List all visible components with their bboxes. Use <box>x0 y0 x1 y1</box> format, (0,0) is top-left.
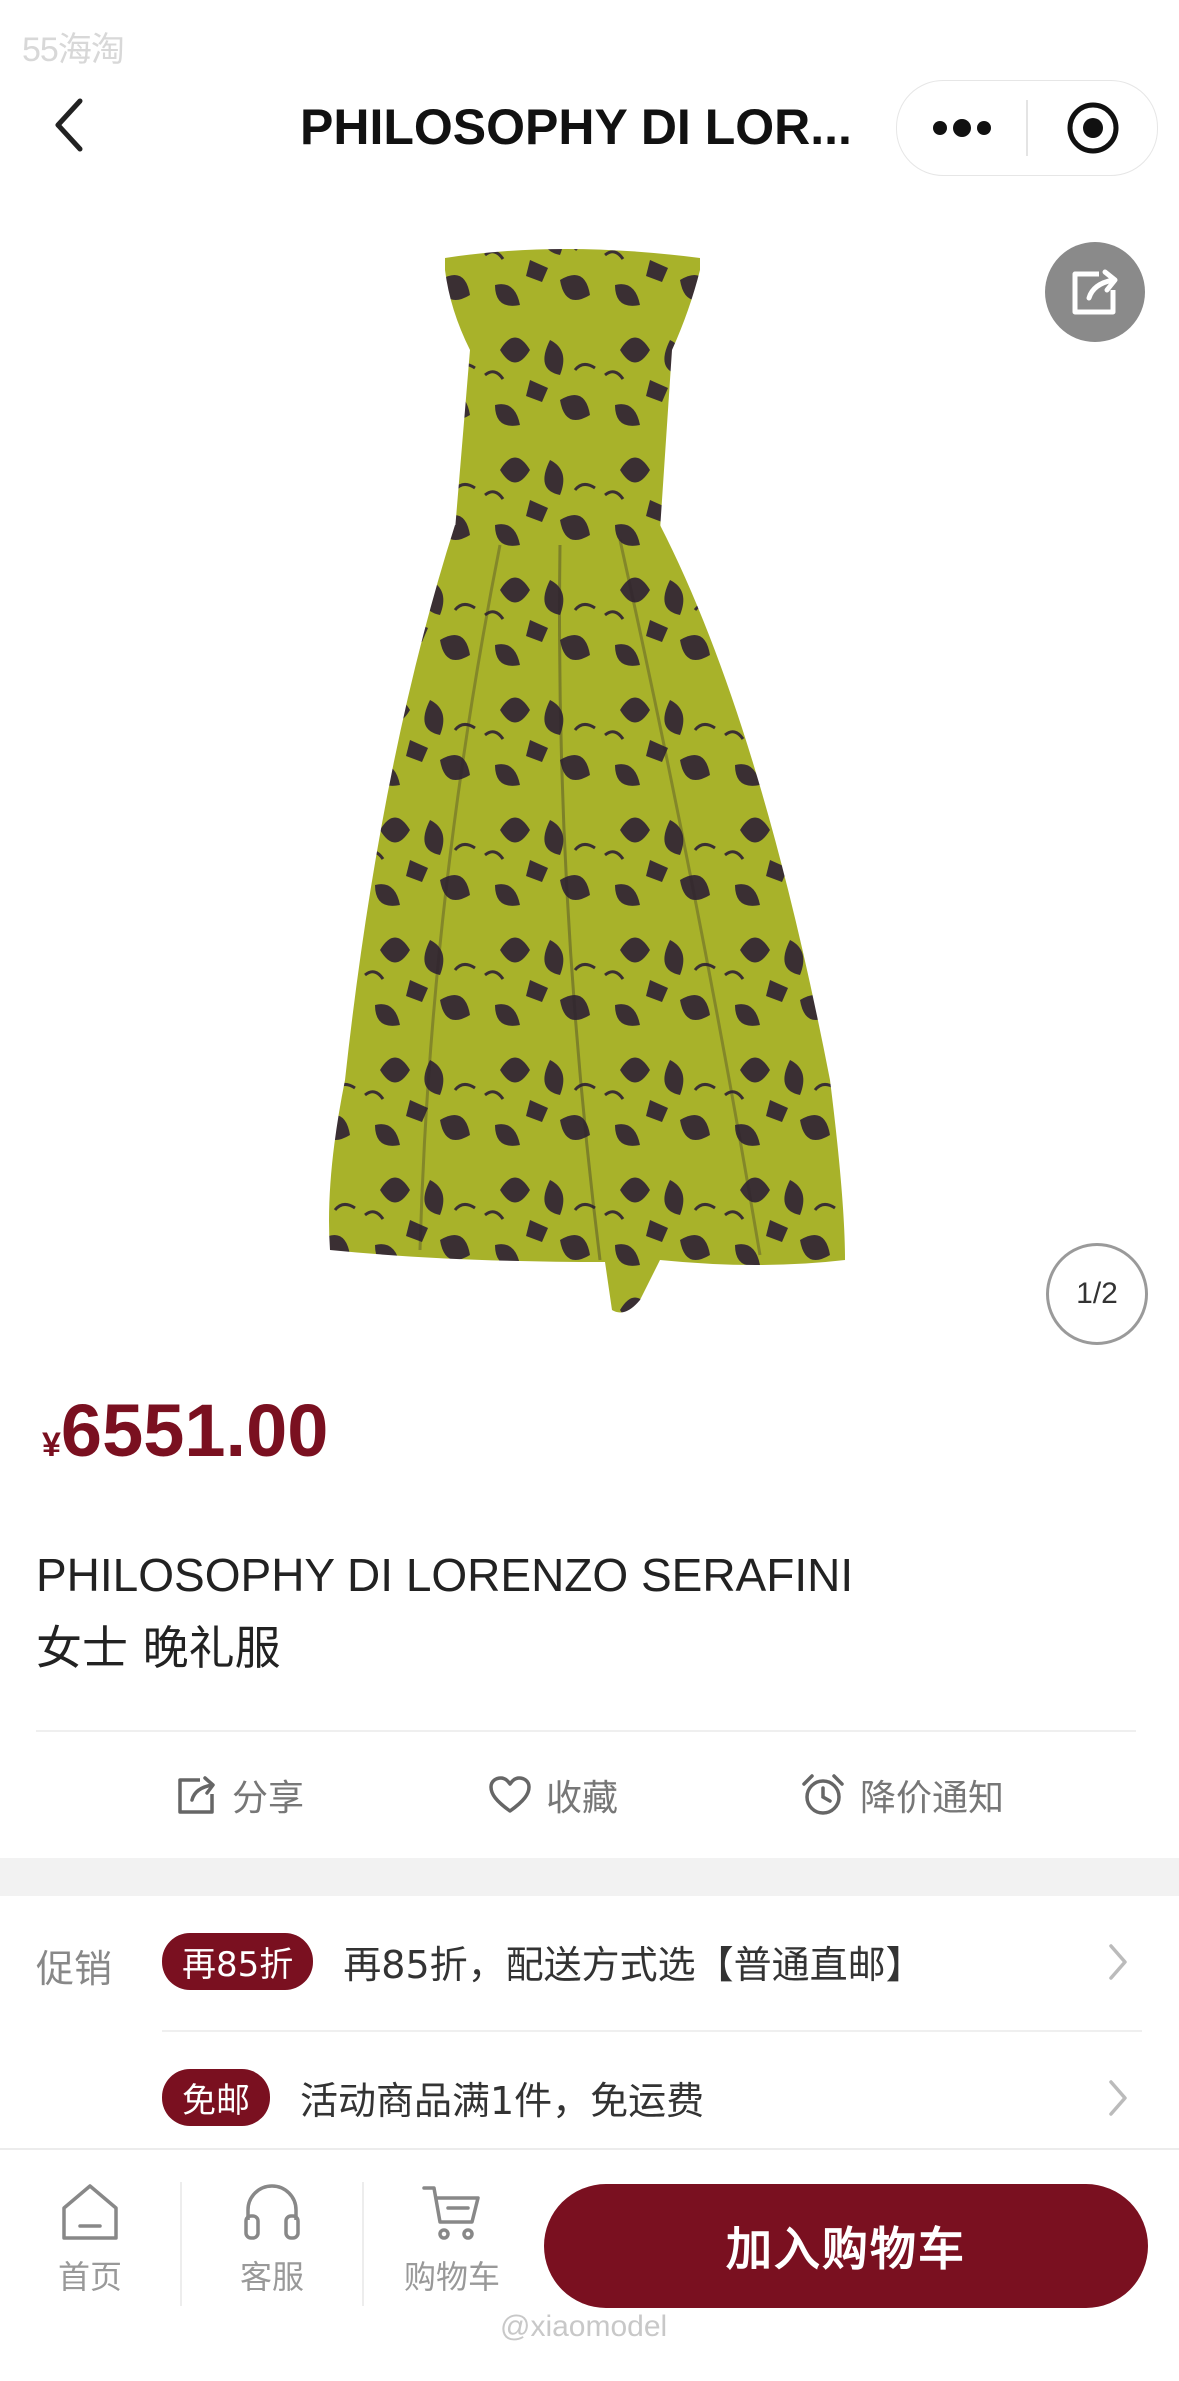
tab-label: 购物车 <box>403 2258 500 2296</box>
more-button[interactable] <box>897 81 1026 175</box>
mini-program-capsule <box>896 80 1158 176</box>
chevron-right-icon <box>1109 2080 1127 2116</box>
product-gallery[interactable] <box>0 200 1179 1350</box>
more-dots-icon <box>932 119 991 137</box>
share-icon <box>1072 269 1118 315</box>
back-button[interactable] <box>40 90 96 160</box>
price-alert-label: 降价通知 <box>860 1778 1005 1819</box>
promotion-label: 促销 <box>36 1947 113 1991</box>
chevron-right-icon <box>1109 1944 1127 1980</box>
home-icon <box>62 2184 118 2240</box>
promotion-chevron[interactable] <box>1108 1937 1138 1987</box>
product-name: 女士 晚礼服 <box>36 1621 281 1675</box>
product-brand: PHILOSOPHY DI LORENZO SERAFINI <box>36 1549 854 1601</box>
favorite-action[interactable]: 收藏 <box>488 1760 618 1830</box>
favorite-label: 收藏 <box>546 1778 619 1819</box>
dress-image <box>329 249 845 1313</box>
currency-symbol: ¥ <box>42 1426 61 1464</box>
headset-icon <box>244 2184 300 2240</box>
price: ¥6551.00 <box>42 1388 328 1473</box>
page-title: PHILOSOPHY DI LOR... <box>300 99 852 155</box>
tab-divider <box>362 2182 364 2306</box>
bottom-watermark: @xiaomodel <box>500 2310 668 2343</box>
promotion-tag: 免邮 <box>162 2068 270 2126</box>
promotion-item[interactable]: 再85折 再85折，配送方式选【普通直邮】 <box>162 1926 924 1996</box>
share-button[interactable] <box>1045 242 1145 342</box>
promotion-text: 活动商品满1件，免运费 <box>300 2078 705 2123</box>
share-action[interactable]: 分享 <box>176 1760 304 1830</box>
tab-label: 客服 <box>239 2258 304 2296</box>
close-button[interactable] <box>1028 81 1157 175</box>
price-alert-action[interactable]: 降价通知 <box>800 1760 1004 1830</box>
alarm-clock-icon <box>802 1774 844 1815</box>
image-pager: 1/2 <box>1046 1243 1148 1345</box>
promotion-item[interactable]: 免邮 活动商品满1件，免运费 <box>162 2062 704 2132</box>
target-close-icon <box>1067 102 1118 154</box>
promotion-chevron[interactable] <box>1108 2073 1138 2123</box>
divider <box>36 1730 1136 1732</box>
chevron-left-icon <box>55 98 83 152</box>
tab-label: 首页 <box>57 2258 122 2296</box>
share-label: 分享 <box>232 1778 305 1819</box>
share-icon <box>178 1776 215 1814</box>
tab-home[interactable]: 首页 <box>30 2180 150 2330</box>
promotion-text: 再85折，配送方式选【普通直邮】 <box>343 1942 924 1987</box>
divider <box>162 2030 1142 2032</box>
action-row: 分享 收藏 降价通知 <box>0 1760 1179 1830</box>
app-watermark: 55海淘 <box>22 31 125 69</box>
add-to-cart-button[interactable]: 加入购物车 <box>544 2184 1148 2308</box>
price-value: 6551.00 <box>60 1389 329 1472</box>
tab-cart[interactable]: 购物车 <box>392 2180 512 2330</box>
cart-icon <box>422 2186 480 2240</box>
bottom-bar: 首页 客服 购物车 加入购物车 <box>0 2148 1179 2381</box>
navbar: PHILOSOPHY DI LOR... <box>0 80 1179 176</box>
tab-divider <box>180 2182 182 2306</box>
heart-icon <box>489 1776 531 1813</box>
section-gap <box>0 1858 1179 1896</box>
promotion-tag: 再85折 <box>162 1932 314 1990</box>
tab-service[interactable]: 客服 <box>212 2180 332 2330</box>
